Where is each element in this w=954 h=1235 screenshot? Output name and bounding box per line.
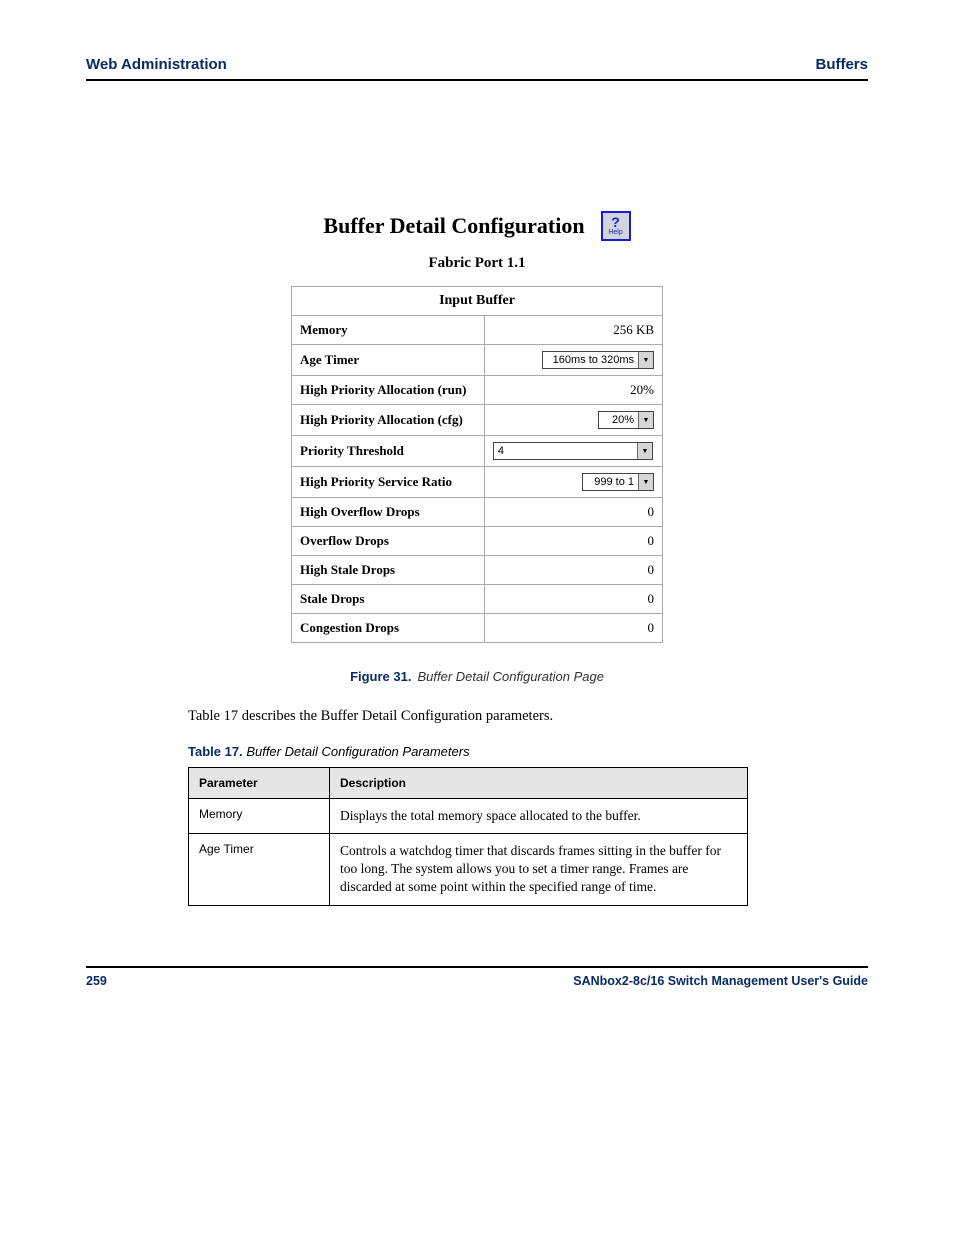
description-table-section: Table 17. Buffer Detail Configuration Pa…	[188, 744, 868, 906]
figure-caption: Figure 31. Buffer Detail Configuration P…	[350, 669, 604, 684]
overflow-label: Overflow Drops	[292, 527, 485, 556]
input-buffer-table: Input Buffer Memory 256 KB Age Timer 160…	[291, 286, 663, 643]
column-header-parameter: Parameter	[189, 767, 330, 798]
table-row: Age Timer 160ms to 320ms ▼	[292, 345, 663, 376]
hpa-run-label: High Priority Allocation (run)	[292, 376, 485, 405]
hpsr-select[interactable]: 999 to 1 ▼	[582, 473, 654, 491]
stale-value: 0	[484, 585, 662, 614]
hpa-run-value: 20%	[484, 376, 662, 405]
help-button-label: Help	[608, 229, 622, 236]
table-row: High Priority Allocation (run) 20%	[292, 376, 663, 405]
figure-caption-text: Buffer Detail Configuration Page	[417, 669, 603, 684]
table-row: Overflow Drops 0	[292, 527, 663, 556]
table-row: Stale Drops 0	[292, 585, 663, 614]
param-name: Memory	[189, 798, 330, 833]
table-row: Memory 256 KB	[292, 316, 663, 345]
page-header: Web Administration Buffers	[86, 56, 868, 79]
header-left: Web Administration	[86, 56, 227, 73]
high-overflow-value: 0	[484, 498, 662, 527]
overflow-value: 0	[484, 527, 662, 556]
figure-area: Buffer Detail Configuration ? Help Fabri…	[86, 211, 868, 684]
table-caption-text: Buffer Detail Configuration Parameters	[246, 744, 469, 759]
page-footer: 259 SANbox2-8c/16 Switch Management User…	[86, 966, 868, 988]
parameters-table: Parameter Description Memory Displays th…	[188, 767, 748, 906]
param-description: Controls a watchdog timer that discards …	[330, 834, 748, 906]
figure-caption-number: Figure 31.	[350, 669, 411, 684]
high-overflow-label: High Overflow Drops	[292, 498, 485, 527]
age-timer-value: 160ms to 320ms	[547, 354, 638, 366]
body-text: Table 17 describes the Buffer Detail Con…	[188, 706, 868, 728]
chevron-down-icon: ▼	[638, 474, 653, 490]
table-row: Age Timer Controls a watchdog timer that…	[189, 834, 748, 906]
priority-threshold-label: Priority Threshold	[292, 436, 485, 467]
age-timer-select[interactable]: 160ms to 320ms ▼	[542, 351, 654, 369]
column-header-description: Description	[330, 767, 748, 798]
help-icon: ?	[611, 215, 620, 229]
hpa-cfg-value: 20%	[603, 414, 638, 426]
table-row: Priority Threshold 4 ▼	[292, 436, 663, 467]
figure-title-row: Buffer Detail Configuration ? Help	[323, 211, 630, 241]
panel-header: Input Buffer	[292, 287, 663, 316]
table-row: Congestion Drops 0	[292, 614, 663, 643]
memory-label: Memory	[292, 316, 485, 345]
hpa-cfg-label: High Priority Allocation (cfg)	[292, 405, 485, 436]
hpsr-label: High Priority Service Ratio	[292, 467, 485, 498]
hpsr-value: 999 to 1	[587, 476, 638, 488]
header-rule	[86, 79, 868, 81]
table-caption: Table 17. Buffer Detail Configuration Pa…	[188, 744, 868, 759]
param-description: Displays the total memory space allocate…	[330, 798, 748, 833]
help-button[interactable]: ? Help	[601, 211, 631, 241]
page-number: 259	[86, 974, 107, 988]
chevron-down-icon: ▼	[638, 412, 653, 428]
memory-value: 256 KB	[484, 316, 662, 345]
high-stale-value: 0	[484, 556, 662, 585]
congestion-value: 0	[484, 614, 662, 643]
high-stale-label: High Stale Drops	[292, 556, 485, 585]
priority-threshold-value: 4	[498, 445, 637, 457]
document-title: SANbox2-8c/16 Switch Management User's G…	[573, 974, 868, 988]
figure-title: Buffer Detail Configuration	[323, 213, 584, 239]
hpa-cfg-select[interactable]: 20% ▼	[598, 411, 654, 429]
chevron-down-icon: ▼	[638, 352, 653, 368]
table-row: Memory Displays the total memory space a…	[189, 798, 748, 833]
param-name: Age Timer	[189, 834, 330, 906]
table-row: High Overflow Drops 0	[292, 498, 663, 527]
stale-label: Stale Drops	[292, 585, 485, 614]
header-right: Buffers	[815, 56, 868, 73]
table-caption-number: Table 17.	[188, 744, 243, 759]
congestion-label: Congestion Drops	[292, 614, 485, 643]
table-row: High Stale Drops 0	[292, 556, 663, 585]
age-timer-label: Age Timer	[292, 345, 485, 376]
table-row: High Priority Service Ratio 999 to 1 ▼	[292, 467, 663, 498]
chevron-down-icon: ▼	[637, 443, 652, 459]
table-row: High Priority Allocation (cfg) 20% ▼	[292, 405, 663, 436]
priority-threshold-select[interactable]: 4 ▼	[493, 442, 653, 460]
figure-subtitle: Fabric Port 1.1	[428, 255, 525, 272]
